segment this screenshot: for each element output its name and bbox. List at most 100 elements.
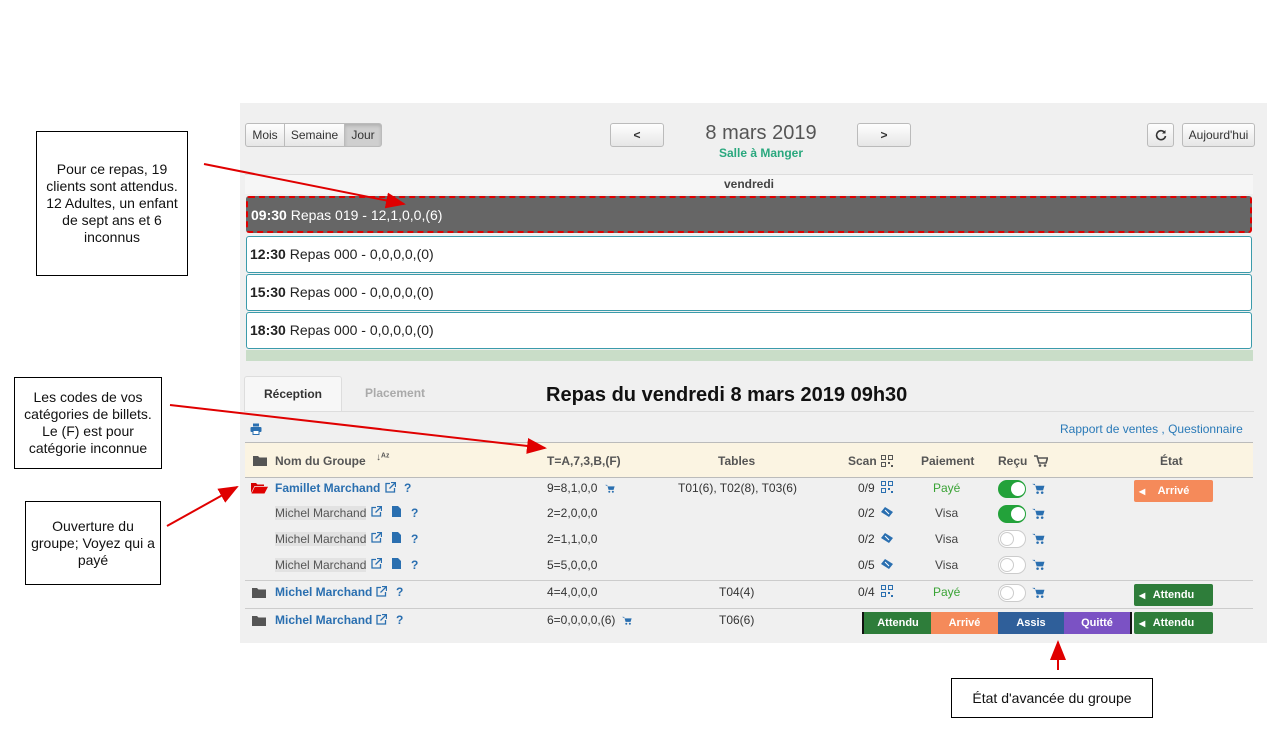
received-toggle[interactable]: [998, 556, 1026, 574]
help-icon[interactable]: ?: [396, 613, 403, 627]
member-name: Michel Marchand: [275, 532, 367, 546]
payment-status: Visa: [935, 506, 959, 520]
annotation-repas: Pour ce repas, 19 clients sont attendus.…: [36, 131, 188, 276]
header-tables: Tables: [718, 454, 756, 468]
groups-table-header: Nom du Groupe ↓ᴬᶻ T=A,7,3,B,(F) Tables S…: [245, 442, 1253, 478]
ticket-icon[interactable]: [881, 507, 893, 517]
help-icon[interactable]: ?: [404, 481, 411, 495]
qr-code-icon[interactable]: [881, 481, 893, 493]
member-name: Michel Marchand: [275, 506, 367, 520]
calendar-footer-bar: [246, 350, 1253, 361]
meal-slot-1230[interactable]: 12:30 Repas 000 - 0,0,0,0,(0): [246, 236, 1252, 273]
help-icon[interactable]: ?: [411, 506, 418, 520]
state-button-attendu[interactable]: ◀ Attendu: [1134, 612, 1213, 634]
group-name-link[interactable]: Famillet Marchand: [275, 481, 380, 495]
printer-icon[interactable]: [250, 423, 262, 435]
external-link-icon[interactable]: [376, 586, 387, 597]
progress-arrive-button[interactable]: Arrivé: [931, 612, 998, 634]
received-toggle[interactable]: [998, 505, 1026, 523]
meal-slot-1830[interactable]: 18:30 Repas 000 - 0,0,0,0,(0): [246, 312, 1252, 349]
header-scan: Scan: [848, 454, 877, 468]
document-icon[interactable]: [392, 558, 401, 569]
cart-icon[interactable]: [622, 616, 632, 625]
help-icon[interactable]: ?: [411, 558, 418, 572]
received-toggle[interactable]: [998, 480, 1026, 498]
cart-icon[interactable]: [1032, 533, 1045, 544]
next-day-button[interactable]: >: [857, 123, 911, 147]
progress-attendu-button[interactable]: Attendu: [862, 612, 932, 634]
folder-icon[interactable]: [252, 615, 266, 626]
received-toggle[interactable]: [998, 530, 1026, 548]
progress-assis-button[interactable]: Assis: [998, 612, 1064, 634]
document-icon[interactable]: [392, 506, 401, 517]
folder-open-icon[interactable]: [251, 482, 268, 494]
state-button-arrive[interactable]: ◀ Arrivé: [1134, 480, 1213, 502]
cart-icon[interactable]: [1032, 559, 1045, 570]
header-received: Reçu: [998, 454, 1028, 468]
folder-icon[interactable]: [252, 587, 266, 598]
help-icon[interactable]: ?: [411, 532, 418, 546]
caret-left-icon: ◀: [1139, 618, 1146, 628]
view-week-button[interactable]: Semaine: [284, 123, 345, 147]
help-icon[interactable]: ?: [396, 585, 403, 599]
view-month-button[interactable]: Mois: [245, 123, 285, 147]
external-link-icon[interactable]: [371, 506, 382, 517]
scan-count: 0/2: [858, 532, 875, 546]
document-icon[interactable]: [392, 532, 401, 543]
ticket-icon[interactable]: [881, 559, 893, 569]
header-group-name: Nom du Groupe: [275, 454, 366, 468]
payment-status: Visa: [935, 558, 959, 572]
received-toggle[interactable]: [998, 584, 1026, 602]
cart-icon[interactable]: [1032, 508, 1045, 519]
scan-count: 0/4: [858, 585, 875, 599]
external-link-icon[interactable]: [376, 614, 387, 625]
calendar-date-title: 8 mars 2019: [705, 122, 817, 144]
group-name-link[interactable]: Michel Marchand: [275, 585, 372, 599]
slot-time: 18:30: [250, 322, 286, 338]
state-label: Arrivé: [1157, 485, 1190, 497]
header-payment: Paiement: [921, 454, 975, 468]
meal-slot-0930[interactable]: 09:30 Repas 019 - 12,1,0,0,(6): [246, 196, 1252, 233]
state-button-attendu[interactable]: ◀ Attendu: [1134, 584, 1213, 606]
scan-count: 0/9: [858, 481, 875, 495]
calendar-room-subtitle: Salle à Manger: [718, 146, 804, 160]
refresh-icon: [1155, 129, 1166, 141]
chevron-right-icon: >: [880, 128, 888, 142]
refresh-button[interactable]: [1147, 123, 1174, 147]
view-day-button[interactable]: Jour: [344, 123, 382, 147]
cart-icon[interactable]: [1032, 483, 1045, 494]
payment-status: Visa: [935, 532, 959, 546]
slot-text: Repas 000 - 0,0,0,0,(0): [289, 284, 434, 300]
folder-icon: [253, 456, 267, 466]
report-links[interactable]: Rapport de ventes , Questionnaire: [1060, 422, 1243, 436]
slot-text: Repas 000 - 0,0,0,0,(0): [289, 246, 434, 262]
slot-text: Repas 019 - 12,1,0,0,(6): [290, 207, 443, 223]
cart-icon[interactable]: [1032, 587, 1045, 598]
tab-placement[interactable]: Placement: [346, 376, 444, 410]
external-link-icon[interactable]: [385, 482, 396, 493]
progress-quitte-button[interactable]: Quitté: [1064, 612, 1132, 634]
slot-text: Repas 000 - 0,0,0,0,(0): [289, 322, 434, 338]
ticket-icon[interactable]: [881, 533, 893, 543]
table-assignments: T01(6), T02(8), T03(6): [678, 481, 797, 495]
cart-icon[interactable]: [605, 484, 615, 493]
day-header: vendredi: [245, 174, 1253, 194]
external-link-icon[interactable]: [371, 558, 382, 569]
annotation-etat: État d'avancée du groupe: [951, 678, 1153, 718]
group-name-link[interactable]: Michel Marchand: [275, 613, 372, 627]
external-link-icon[interactable]: [371, 532, 382, 543]
payment-status: Payé: [933, 585, 961, 599]
sort-alpha-icon[interactable]: ↓ᴬᶻ: [376, 452, 389, 463]
ticket-codes: 2=2,0,0,0: [547, 506, 598, 520]
ticket-codes: 4=4,0,0,0: [547, 585, 598, 599]
meal-slot-1530[interactable]: 15:30 Repas 000 - 0,0,0,0,(0): [246, 274, 1252, 311]
tab-reception[interactable]: Réception: [244, 376, 342, 412]
member-name: Michel Marchand: [275, 558, 367, 572]
today-button[interactable]: Aujourd'hui: [1182, 123, 1255, 147]
qr-code-icon[interactable]: [881, 585, 893, 597]
state-label: Attendu: [1152, 617, 1195, 629]
ticket-codes: 2=1,1,0,0: [547, 532, 598, 546]
table-assignments: T06(6): [719, 613, 755, 627]
prev-day-button[interactable]: <: [610, 123, 664, 147]
annotation-codes: Les codes de vos catégories de billets. …: [14, 377, 162, 469]
